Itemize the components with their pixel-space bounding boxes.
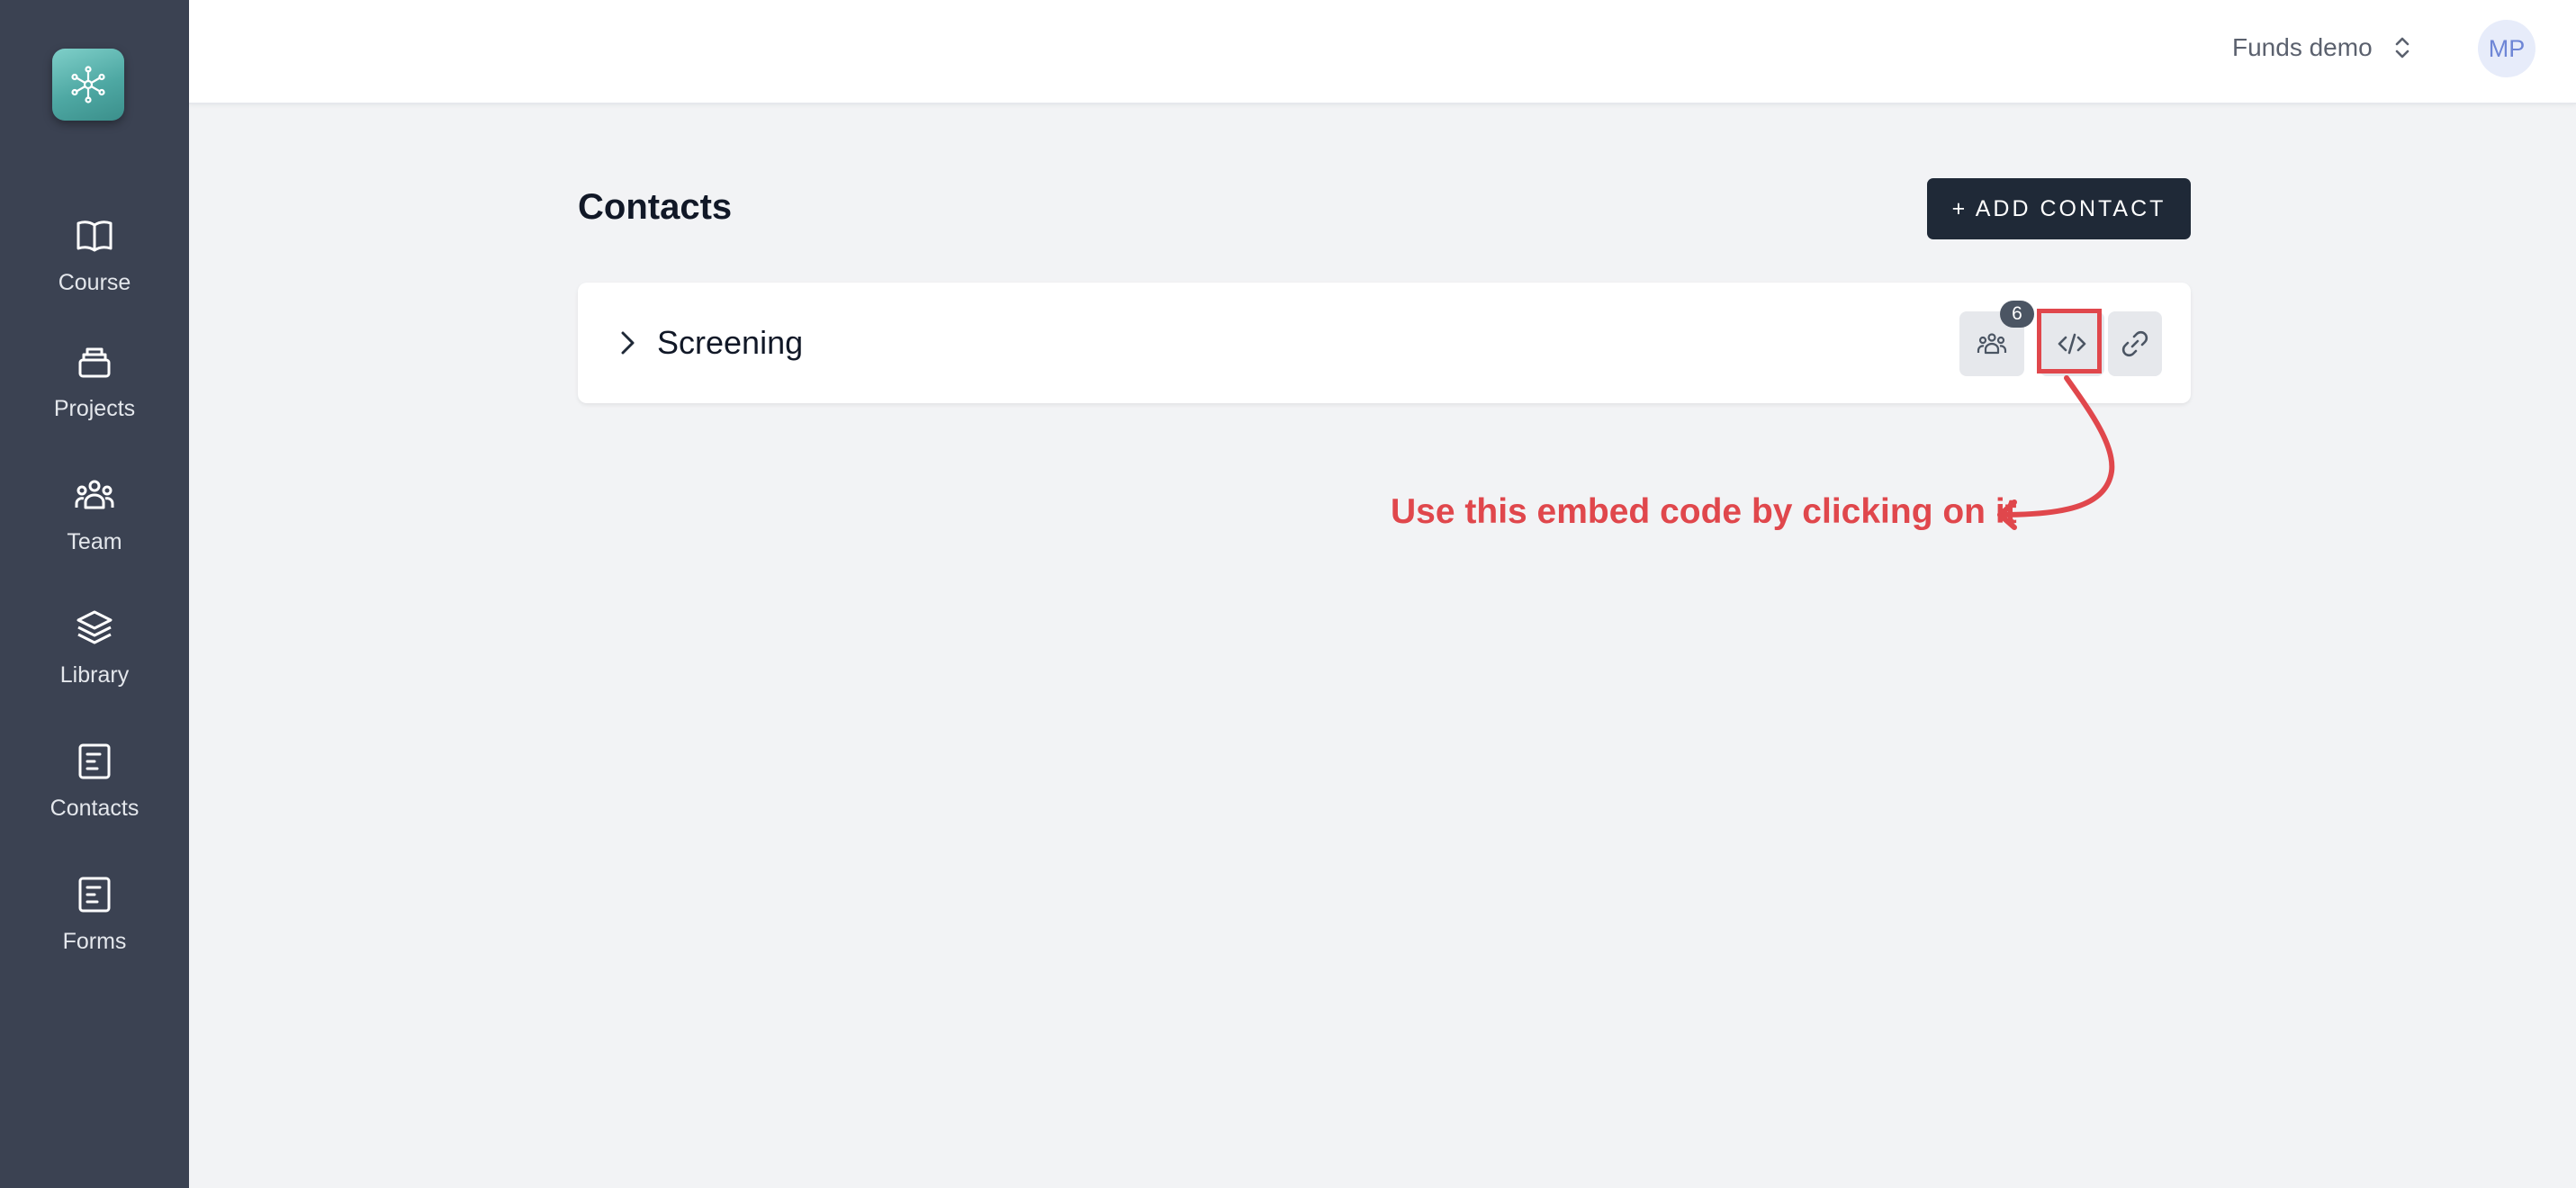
layers-icon <box>77 610 113 644</box>
member-count-badge: 6 <box>2000 301 2034 328</box>
list-title[interactable]: Screening <box>657 324 803 362</box>
sidebar-item-team[interactable]: Team <box>0 461 189 569</box>
sidebar-item-label: Course <box>58 270 131 295</box>
sidebar-item-library[interactable]: Library <box>0 594 189 702</box>
chevron-right-icon[interactable] <box>610 326 644 360</box>
document-icon <box>78 877 111 913</box>
sidebar-item-label: Projects <box>53 396 136 421</box>
sidebar-item-label: Contacts <box>50 796 140 821</box>
app-logo[interactable] <box>52 49 124 121</box>
contact-list-card: Screening 6 <box>578 283 2191 403</box>
sidebar-item-label: Team <box>67 529 122 554</box>
sidebar-item-course[interactable]: Course <box>0 202 189 310</box>
add-contact-button[interactable]: + ADD CONTACT <box>1927 178 2191 239</box>
chevron-up-down-icon <box>2395 37 2409 58</box>
members-icon <box>1977 333 2007 355</box>
book-icon <box>77 220 113 252</box>
archive-icon <box>78 347 111 378</box>
sidebar-item-contacts[interactable]: Contacts <box>0 727 189 835</box>
code-icon <box>2058 333 2086 355</box>
embed-code-button[interactable] <box>2040 311 2104 376</box>
sidebar-item-label: Forms <box>62 929 127 954</box>
sidebar: Course Projects Team Library Contacts Fo… <box>0 0 189 1188</box>
workspace-name: Funds demo <box>2232 33 2373 61</box>
sidebar-item-label: Library <box>59 662 130 688</box>
network-icon <box>71 66 105 104</box>
sidebar-item-projects[interactable]: Projects <box>0 328 189 436</box>
sidebar-item-forms[interactable]: Forms <box>0 860 189 968</box>
link-icon <box>2121 330 2148 357</box>
page-title: Contacts <box>578 187 733 227</box>
avatar[interactable]: MP <box>2478 20 2535 77</box>
team-icon <box>75 480 114 509</box>
document-icon <box>78 743 111 779</box>
top-header <box>189 0 2576 104</box>
copy-link-button[interactable] <box>2108 311 2162 376</box>
annotation-text: Use this embed code by clicking on it <box>1391 492 2017 531</box>
workspace-selector[interactable]: Funds demo <box>2232 29 2412 67</box>
